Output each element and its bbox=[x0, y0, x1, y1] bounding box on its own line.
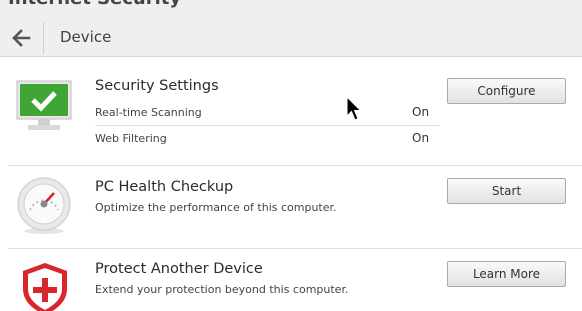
learn-more-button[interactable]: Learn More bbox=[447, 261, 566, 287]
gauge-icon bbox=[17, 177, 71, 234]
app-title: Internet Security bbox=[8, 0, 181, 9]
page-title: Device bbox=[60, 28, 112, 46]
realtime-scanning-label: Real-time Scanning bbox=[95, 106, 202, 119]
mouse-cursor-icon bbox=[346, 96, 362, 121]
back-button[interactable] bbox=[6, 24, 36, 52]
security-settings-row: Security Settings Real-time Scanning On … bbox=[0, 57, 582, 165]
start-button[interactable]: Start bbox=[447, 178, 566, 204]
shield-plus-icon bbox=[23, 263, 67, 311]
web-filtering-label: Web Filtering bbox=[95, 132, 167, 145]
protect-device-subtitle: Extend your protection beyond this compu… bbox=[95, 283, 349, 296]
web-filtering-status: On bbox=[412, 131, 430, 145]
configure-button[interactable]: Configure bbox=[447, 78, 566, 104]
protect-device-title: Protect Another Device bbox=[95, 261, 263, 277]
nav-divider bbox=[43, 22, 44, 54]
monitor-check-icon bbox=[16, 80, 72, 130]
security-settings-title: Security Settings bbox=[95, 78, 219, 94]
pc-health-row: PC Health Checkup Optimize the performan… bbox=[0, 166, 582, 248]
pc-health-title: PC Health Checkup bbox=[95, 179, 234, 195]
back-arrow-icon bbox=[12, 29, 31, 47]
header-bar: Internet Security Device bbox=[0, 0, 582, 57]
pc-health-subtitle: Optimize the performance of this compute… bbox=[95, 201, 337, 214]
protect-device-row: Protect Another Device Extend your prote… bbox=[0, 249, 582, 311]
settings-divider bbox=[95, 125, 440, 126]
realtime-scanning-status: On bbox=[412, 105, 430, 119]
